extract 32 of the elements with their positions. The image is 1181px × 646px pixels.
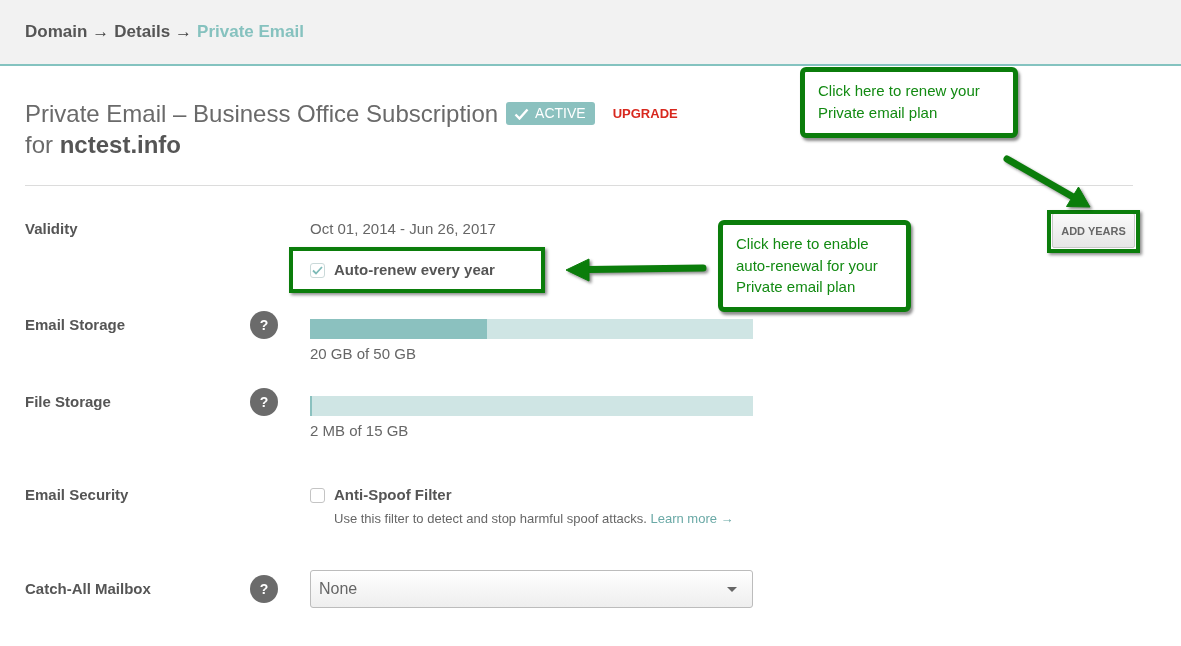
upgrade-link[interactable]: UPGRADE	[612, 98, 678, 129]
setting-label: Email Security	[25, 485, 129, 505]
subtitle: for nctest.info	[25, 130, 182, 160]
callout-note: Click here to enable auto-renewal for your Private email plan	[718, 220, 911, 312]
checkbox-label: Auto-renew every year	[334, 260, 495, 280]
breadcrumb-link[interactable]: Details	[114, 22, 171, 42]
storage-reading: 20 GB of 50 GB	[310, 344, 416, 364]
checkbox-label: Anti-Spoof Filter	[334, 485, 452, 505]
help-icon[interactable]: ?	[250, 311, 278, 339]
caret-icon	[727, 586, 737, 592]
status-badge: ACTIVE	[506, 102, 595, 125]
check-icon	[514, 107, 530, 120]
check-icon	[312, 265, 323, 275]
setting-label: Email Storage	[25, 315, 126, 335]
validity-dates: Oct 01, 2014 - Jun 26, 2017	[310, 219, 496, 239]
description-text: Use this filter to detect and stop harmful spoof attacks. Learn more →	[334, 510, 734, 528]
help-icon[interactable]: ?	[250, 388, 278, 416]
page-title: Private Email – Business Office Subscription	[25, 99, 499, 129]
help-icon[interactable]: ?	[250, 575, 278, 603]
add-years-button[interactable]: ADD YEARS	[1052, 213, 1135, 248]
breadcrumb-link[interactable]: Domain	[25, 22, 88, 42]
setting-label: Catch-All Mailbox	[25, 579, 151, 599]
checkbox[interactable]	[310, 487, 325, 503]
breadcrumb-separator: →	[175, 22, 193, 42]
learn-more-link[interactable]: Learn more →	[650, 511, 734, 526]
callout-note: Click here to renew your Private email plan	[800, 67, 1018, 138]
select-field[interactable]: None	[310, 570, 753, 608]
setting-label: Validity	[25, 219, 78, 239]
storage-reading: 2 MB of 15 GB	[310, 421, 409, 441]
breadcrumb-separator: →	[92, 22, 110, 42]
setting-label: File Storage	[25, 392, 111, 412]
checkbox[interactable]	[310, 262, 325, 278]
